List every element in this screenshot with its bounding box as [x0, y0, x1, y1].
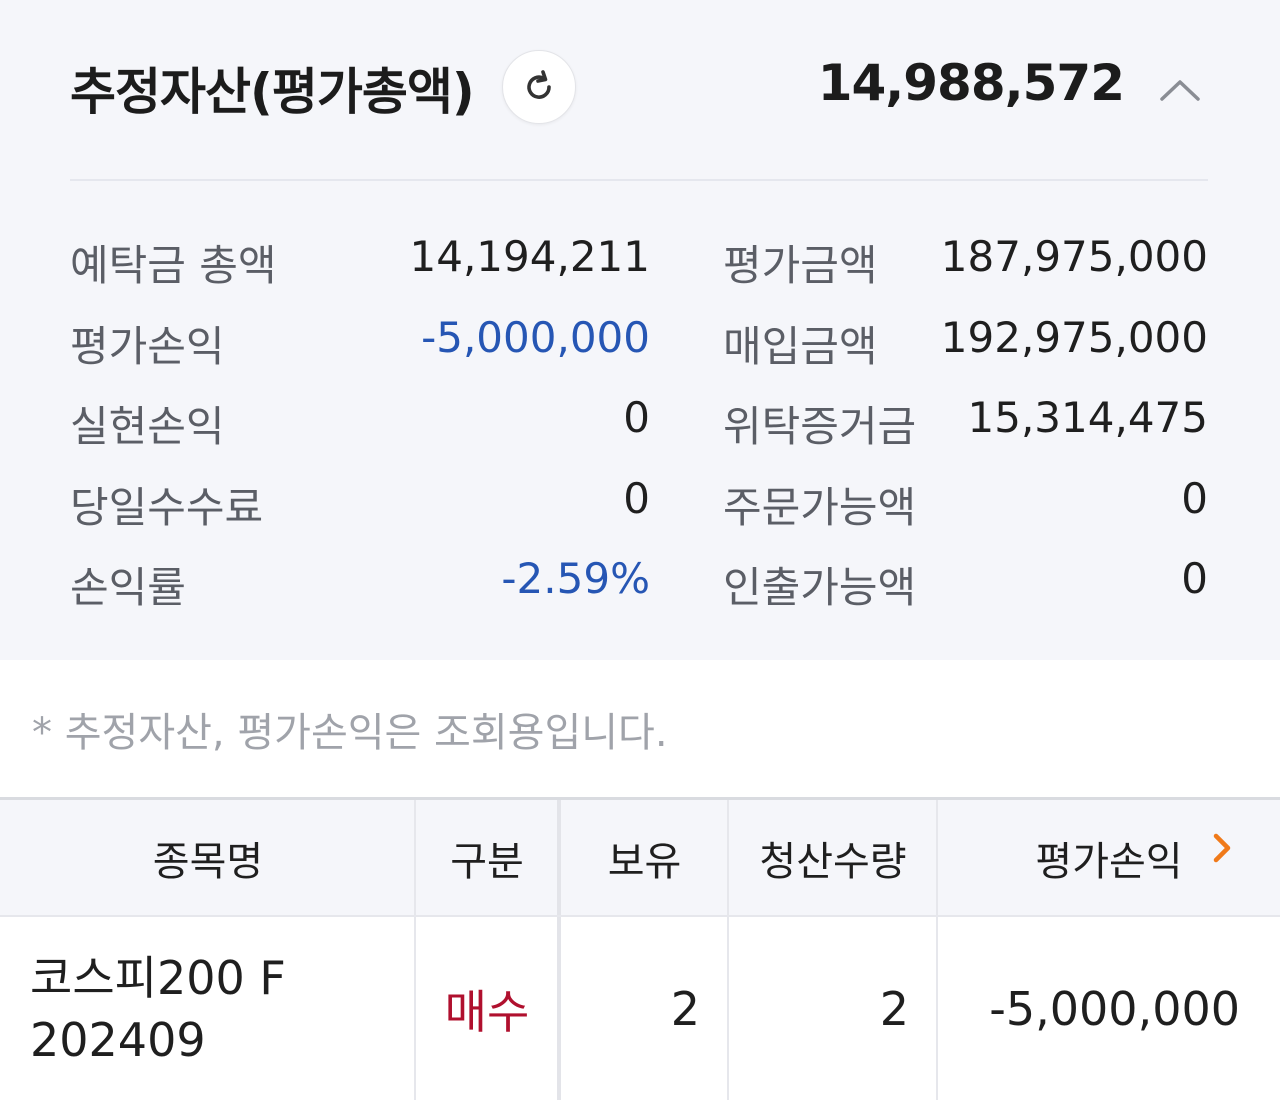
positions-table: 종목명 구분 보유 청산수량 평가손익 코스피200 F 202409 매수 2… — [0, 797, 1280, 1100]
purchase-amount-value: 192,975,000 — [940, 312, 1208, 362]
evaluation-pnl-label: 평가손익 — [70, 321, 225, 371]
stock-name-line2: 202409 — [30, 1013, 206, 1067]
margin-label: 위탁증거금 — [723, 402, 917, 451]
header-label: 종목명 — [152, 838, 264, 885]
withdrawable-amount-label: 인출가능액 — [723, 563, 917, 612]
realized-pnl-value: 0 — [623, 393, 650, 442]
stock-name: 코스피200 F 202409 — [30, 947, 286, 1071]
type-cell: 매수 — [416, 917, 558, 1100]
summary-title: 추정자산(평가총액) — [70, 63, 475, 121]
header-liquidation-qty[interactable]: 청산수량 — [729, 800, 937, 915]
margin-value: 15,314,475 — [967, 393, 1208, 442]
refresh-button[interactable] — [502, 50, 576, 124]
stock-name-cell: 코스피200 F 202409 — [0, 917, 416, 1100]
header-label: 평가손익 — [1035, 838, 1183, 885]
table-row[interactable]: 코스피200 F 202409 매수 2 2 -5,000,000 — [0, 917, 1280, 1100]
header-label: 보유 — [607, 838, 682, 885]
orderable-amount-value: 0 — [1181, 473, 1208, 523]
deposit-total-value: 14,194,211 — [409, 232, 650, 281]
daily-fee-label: 당일수수료 — [70, 482, 264, 532]
header-label: 청산수량 — [759, 838, 907, 885]
liquidation-qty-cell: 2 — [729, 917, 937, 1100]
liquidation-qty-value: 2 — [879, 981, 909, 1036]
summary-row: 당일수수료 0 주문가능액 0 — [70, 468, 1208, 549]
evaluation-pnl-value: -5,000,000 — [421, 312, 650, 362]
header-label: 구분 — [450, 838, 524, 885]
summary-divider — [70, 179, 1208, 181]
evaluation-pnl-cell: -5,000,000 — [938, 917, 1280, 1100]
summary-row: 평가손익 -5,000,000 매입금액 192,975,000 — [70, 307, 1208, 388]
purchase-amount-label: 매입금액 — [723, 321, 878, 371]
asset-summary-panel: 추정자산(평가총액) 14,988,572 예탁금 총액 14,194,211 … — [0, 0, 1280, 660]
holding-value: 2 — [670, 981, 700, 1036]
header-type[interactable]: 구분 — [416, 800, 558, 915]
evaluation-pnl-value: -5,000,000 — [989, 981, 1240, 1036]
holding-cell: 2 — [561, 917, 728, 1100]
realized-pnl-label: 실현손익 — [70, 402, 225, 451]
collapse-button[interactable] — [1150, 64, 1210, 116]
header-holding[interactable]: 보유 — [561, 800, 728, 915]
summary-row: 실현손익 0 위탁증거금 15,314,475 — [70, 387, 1208, 468]
refresh-icon — [527, 70, 551, 99]
summary-grid: 예탁금 총액 14,194,211 평가금액 187,975,000 평가손익 … — [70, 226, 1208, 629]
summary-header: 추정자산(평가총액) 14,988,572 — [70, 42, 1210, 132]
evaluation-amount-label: 평가금액 — [723, 241, 878, 290]
evaluation-amount-value: 187,975,000 — [940, 232, 1208, 281]
summary-row: 손익률 -2.59% 인출가능액 0 — [70, 548, 1208, 629]
deposit-total-label: 예탁금 총액 — [70, 241, 277, 290]
chevron-right-icon[interactable] — [1208, 830, 1236, 866]
trade-type-badge: 매수 — [444, 984, 530, 1039]
header-stock-name[interactable]: 종목명 — [0, 800, 416, 915]
daily-fee-value: 0 — [623, 473, 650, 523]
return-rate-label: 손익률 — [70, 563, 186, 612]
summary-row: 예탁금 총액 14,194,211 평가금액 187,975,000 — [70, 226, 1208, 307]
orderable-amount-label: 주문가능액 — [723, 482, 917, 532]
withdrawable-amount-value: 0 — [1181, 554, 1208, 603]
table-header: 종목명 구분 보유 청산수량 평가손익 — [0, 800, 1280, 917]
disclaimer-note: * 추정자산, 평가손익은 조회용입니다. — [32, 710, 668, 756]
estimated-asset-total: 14,988,572 — [817, 54, 1125, 112]
return-rate-value: -2.59% — [501, 554, 650, 603]
chevron-up-icon — [1160, 80, 1200, 101]
stock-name-line1: 코스피200 F — [30, 951, 286, 1005]
